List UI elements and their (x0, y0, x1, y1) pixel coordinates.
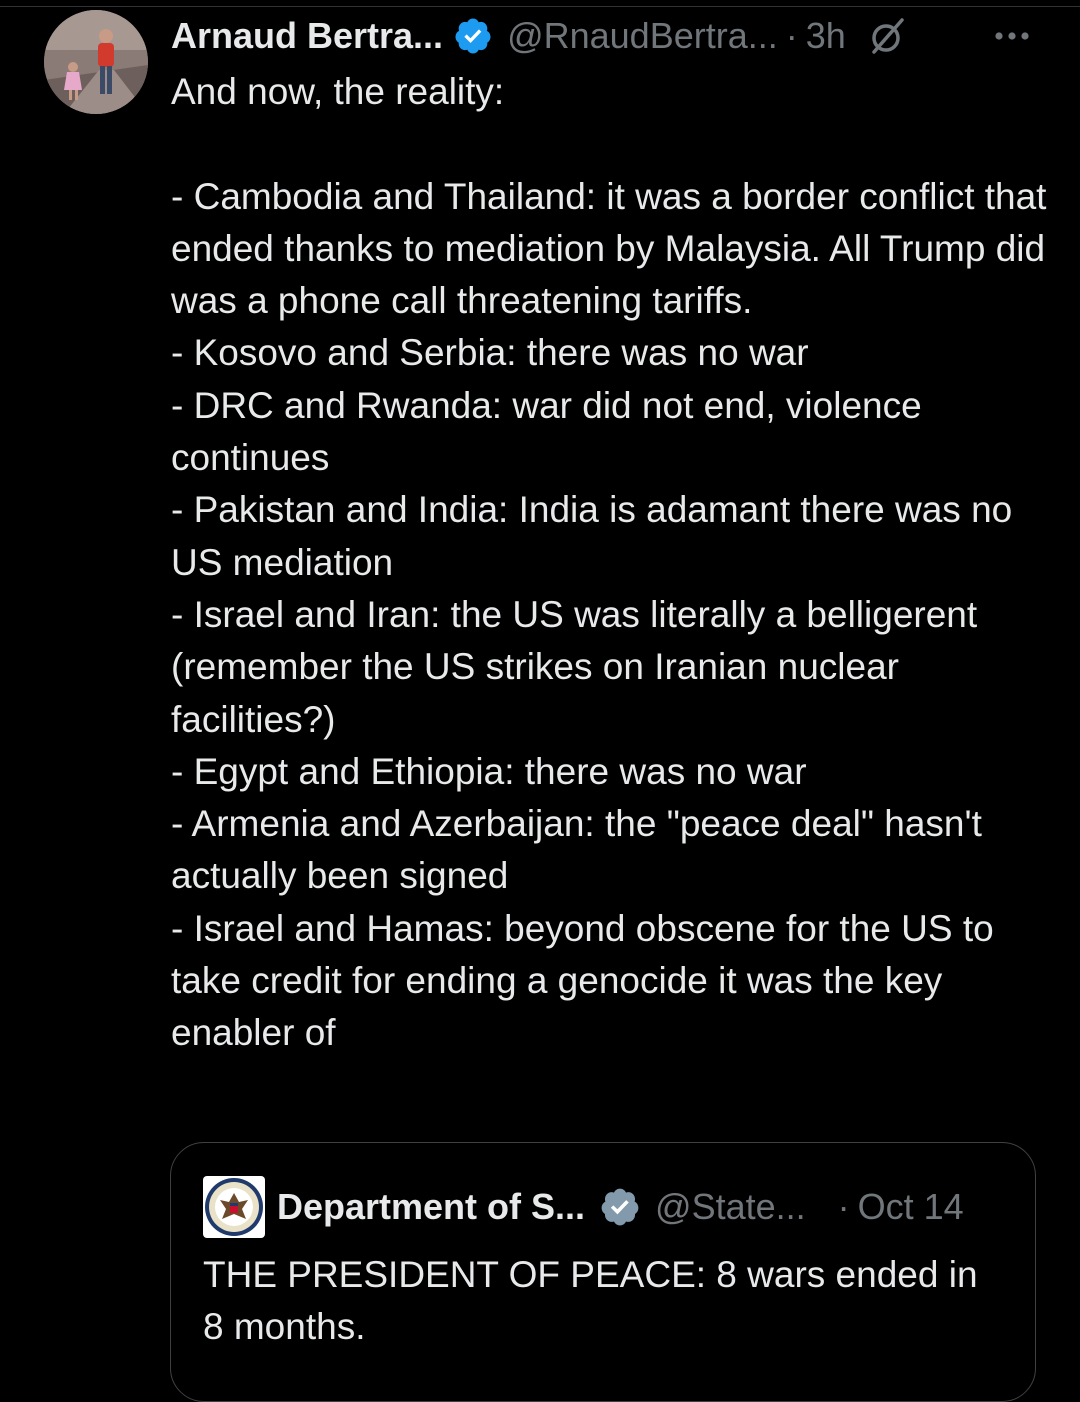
quoted-tweet-time[interactable]: Oct 14 (858, 1186, 964, 1228)
quoted-author-handle[interactable]: @State... (655, 1186, 806, 1228)
verified-blue-icon[interactable] (453, 16, 493, 56)
tweet-header: Arnaud Bertra... @RnaudBertra... · 3h (171, 12, 1051, 60)
quoted-tweet-header: Department of S... @State... · Oct 14 (203, 1175, 1013, 1239)
tweet-text-line: - Pakistan and India: India is adamant t… (171, 489, 1013, 583)
tweet-text-line: - Cambodia and Thailand: it was a border… (171, 175, 1047, 322)
quoted-header-separator: · (837, 1186, 850, 1227)
author-display-name[interactable]: Arnaud Bertra... (171, 15, 443, 57)
author-avatar[interactable] (44, 10, 148, 114)
tweet-time[interactable]: 3h (806, 15, 846, 57)
tweet-text-line: - Kosovo and Serbia: there was no war (171, 332, 809, 374)
author-handle[interactable]: @RnaudBertra... (507, 15, 778, 57)
tweet-text-line: - Israel and Iran: the US was literally … (171, 593, 978, 740)
state-department-seal[interactable] (203, 1176, 265, 1238)
verified-gray-icon[interactable] (599, 1186, 641, 1228)
tweet-text-blank-line (171, 118, 1051, 170)
header-separator: · (785, 15, 798, 56)
quoted-tweet-card[interactable]: Department of S... @State... · Oct 14 TH… (170, 1142, 1036, 1402)
more-dots-icon[interactable] (988, 16, 1036, 56)
tweet-text-line: - DRC and Rwanda: war did not end, viole… (171, 384, 922, 479)
tweet-text-line: And now, the reality: (171, 71, 505, 112)
tweet-text-line: - Egypt and Ethiopia: there was no war (171, 750, 807, 792)
top-divider (0, 6, 1080, 7)
tweet-text: And now, the reality: - Cambodia and Tha… (171, 66, 1051, 1060)
tweet-text-line: - Israel and Hamas: beyond obscene for t… (171, 907, 994, 1054)
quoted-tweet-text: THE PRESIDENT OF PEACE: 8 wars ended in … (203, 1254, 978, 1347)
tweet-text-line: - Armenia and Azerbaijan: the "peace dea… (171, 803, 982, 897)
quoted-author-display-name[interactable]: Department of S... (277, 1186, 585, 1228)
grok-icon[interactable] (868, 16, 908, 56)
